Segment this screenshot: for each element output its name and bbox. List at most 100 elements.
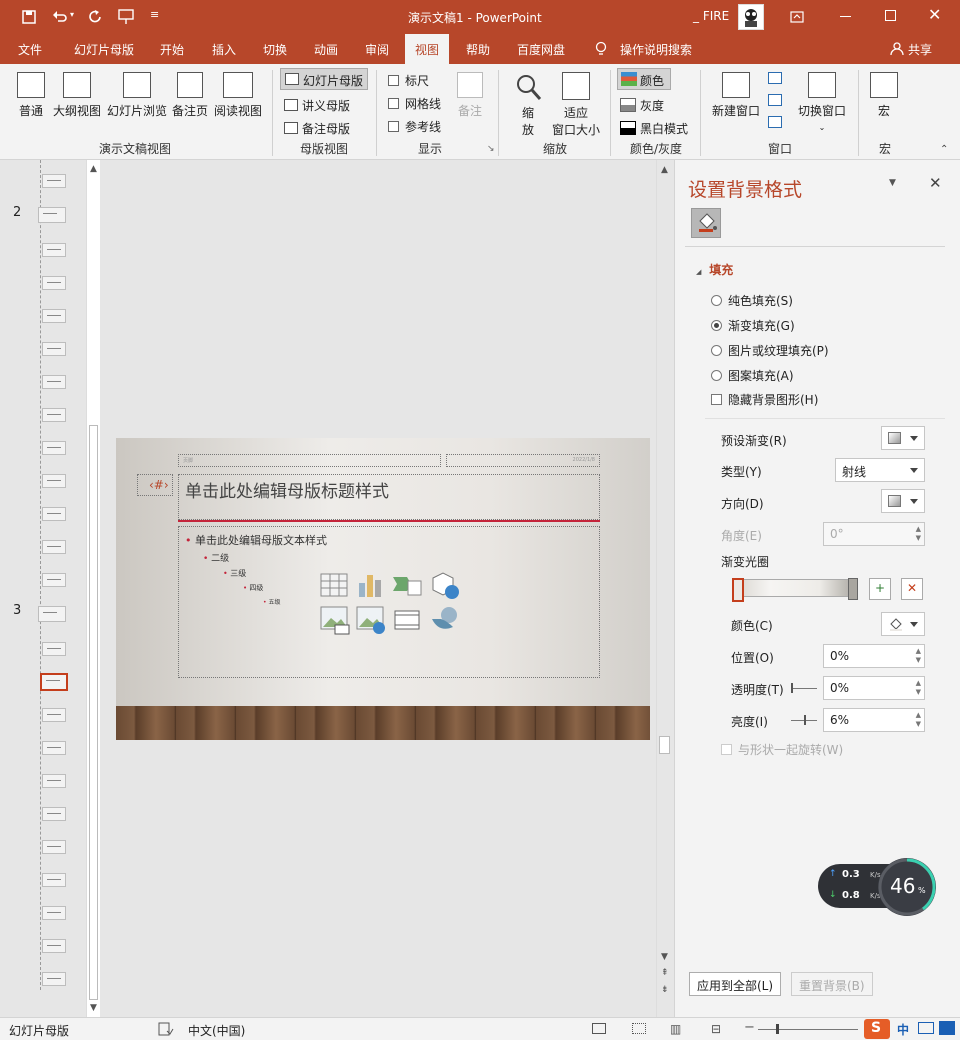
tell-me-search[interactable]: 操作说明搜索 — [620, 41, 692, 58]
scroll-down-icon[interactable]: ▼ — [90, 1003, 97, 1013]
new-window-button[interactable]: 新建窗口 — [708, 72, 764, 119]
language-status[interactable]: 中文(中国) — [188, 1022, 245, 1039]
avatar[interactable] — [738, 4, 764, 30]
move-split-icon[interactable] — [768, 116, 782, 128]
title-placeholder[interactable]: 单击此处编辑母版标题样式 — [178, 474, 600, 520]
layout-thumbnail[interactable] — [42, 873, 66, 887]
layout-thumbnail[interactable] — [42, 840, 66, 854]
maximize-icon[interactable] — [885, 10, 896, 21]
gradient-type-dropdown[interactable]: 射线 — [835, 458, 925, 482]
layout-thumbnail[interactable] — [42, 972, 66, 986]
scroll-down-icon[interactable]: ▼ — [661, 952, 668, 962]
insert-picture-icon[interactable] — [319, 605, 351, 635]
tab-help[interactable]: 帮助 — [466, 41, 490, 58]
previous-slide-icon[interactable]: ⇞ — [661, 968, 669, 978]
tab-baidu-netdisk[interactable]: 百度网盘 — [517, 41, 565, 58]
close-icon[interactable]: ✕ — [929, 174, 942, 192]
insert-video-icon[interactable] — [393, 607, 421, 633]
sogou-ime-icon[interactable]: S — [864, 1019, 890, 1039]
fit-to-window-button[interactable]: 适应 窗口大小 — [548, 72, 604, 138]
redo-icon[interactable] — [88, 9, 104, 25]
brightness-input[interactable]: 6% ▲ ▼ — [823, 708, 925, 732]
guides-checkbox[interactable]: 参考线 — [388, 118, 441, 135]
tab-view[interactable]: 视图 — [405, 34, 450, 64]
tab-slide-master[interactable]: 幻灯片母版 — [74, 41, 134, 58]
slide-number-placeholder[interactable]: ‹#› — [137, 474, 173, 496]
footer-placeholder[interactable]: 页脚 — [178, 454, 441, 467]
tab-transitions[interactable]: 切换 — [263, 41, 287, 58]
zoom-slider[interactable] — [758, 1024, 858, 1034]
save-icon[interactable] — [22, 10, 36, 24]
picture-texture-fill-radio[interactable]: 图片或纹理填充(P) — [711, 342, 829, 359]
thumbnail-scrollbar[interactable]: ▲ ▼ — [86, 160, 100, 1017]
transparency-slider[interactable] — [791, 683, 817, 693]
macros-button[interactable]: 宏 — [866, 72, 902, 119]
customize-qat-icon[interactable]: ≡ — [150, 8, 159, 21]
layout-thumbnail[interactable] — [42, 309, 66, 323]
tab-review[interactable]: 审阅 — [365, 41, 389, 58]
insert-chart-icon[interactable] — [355, 571, 385, 599]
keyboard-icon[interactable] — [918, 1022, 934, 1034]
undo-icon[interactable] — [52, 10, 68, 24]
accessibility-check-icon[interactable] — [158, 1022, 174, 1036]
gradient-stop-handle-selected[interactable] — [732, 578, 744, 602]
layout-thumbnail[interactable] — [42, 741, 66, 755]
zoom-out-icon[interactable]: − — [744, 1020, 755, 1035]
ruler-checkbox[interactable]: 标尺 — [388, 72, 429, 89]
normal-view-icon[interactable] — [592, 1023, 606, 1034]
gradient-fill-radio[interactable]: 渐变填充(G) — [711, 317, 795, 334]
stop-position-input[interactable]: 0% ▲ ▼ — [823, 644, 925, 668]
layout-thumbnail[interactable] — [42, 375, 66, 389]
spinner-icon[interactable]: ▲ ▼ — [916, 679, 921, 697]
layout-thumbnail-selected[interactable] — [40, 673, 68, 691]
minimize-icon[interactable] — [840, 16, 851, 17]
slideshow-icon[interactable]: ⊟ — [711, 1022, 721, 1036]
slide-sorter-button[interactable]: 幻灯片浏览 — [106, 72, 168, 119]
layout-thumbnail[interactable] — [42, 474, 66, 488]
layout-thumbnail[interactable] — [42, 540, 66, 554]
color-mode-button[interactable]: 颜色 — [617, 68, 671, 90]
slider-thumb[interactable] — [791, 683, 793, 693]
gradient-stop-handle[interactable] — [848, 578, 858, 600]
switch-window-button[interactable]: 切换窗口 ⌄ — [794, 72, 850, 133]
present-from-start-icon[interactable] — [118, 9, 136, 25]
tab-home[interactable]: 开始 — [160, 41, 184, 58]
layout-thumbnail[interactable] — [42, 807, 66, 821]
apply-to-all-button[interactable]: 应用到全部(L) — [689, 972, 782, 996]
layout-thumbnail[interactable] — [42, 276, 66, 290]
layout-thumbnail[interactable] — [42, 573, 66, 587]
transparency-input[interactable]: 0% ▲ ▼ — [823, 676, 925, 700]
undo-dropdown-icon[interactable]: ▾ — [70, 10, 74, 19]
layout-thumbnail[interactable] — [42, 642, 66, 656]
gradient-stops-slider[interactable] — [732, 578, 858, 602]
network-speed-widget[interactable]: ↑ 0.3 K/s ↓ 0.8 K/s 46 % — [818, 856, 938, 916]
pattern-fill-radio[interactable]: 图案填充(A) — [711, 367, 794, 384]
master-thumbnail[interactable] — [38, 606, 66, 622]
direction-dropdown[interactable] — [881, 489, 925, 513]
reading-view-icon[interactable]: ▥ — [670, 1022, 681, 1036]
tab-animations[interactable]: 动画 — [314, 41, 338, 58]
master-slide[interactable]: 页脚 2022/1/8 ‹#› 单击此处编辑母版标题样式 • 单击此处编辑母版文… — [116, 438, 650, 740]
brightness-slider[interactable] — [791, 715, 817, 725]
share-button[interactable]: 共享 — [908, 41, 932, 58]
layout-thumbnail[interactable] — [42, 408, 66, 422]
preset-gradient-dropdown[interactable] — [881, 426, 925, 450]
ribbon-display-options-icon[interactable] — [790, 10, 804, 24]
insert-table-icon[interactable] — [319, 571, 349, 599]
arrange-all-icon[interactable] — [768, 72, 782, 84]
fill-section-header[interactable]: ◢ 填充 — [696, 261, 733, 278]
hide-background-graphics-checkbox[interactable]: 隐藏背景图形(H) — [711, 391, 818, 408]
tab-file[interactable]: 文件 — [18, 41, 42, 58]
insert-3d-model-icon[interactable] — [429, 569, 461, 601]
layout-thumbnail[interactable] — [42, 174, 66, 188]
scroll-up-icon[interactable]: ▲ — [661, 165, 668, 175]
insert-icons-icon[interactable] — [429, 603, 461, 635]
layout-thumbnail[interactable] — [42, 906, 66, 920]
layout-thumbnail[interactable] — [42, 708, 66, 722]
notes-master-button[interactable]: 备注母版 — [284, 118, 368, 138]
angle-input[interactable]: 0° ▲ ▼ — [823, 522, 925, 546]
toolbox-icon[interactable] — [939, 1021, 955, 1035]
scroll-thumb[interactable] — [89, 425, 98, 1000]
slide-sorter-icon[interactable] — [632, 1023, 646, 1034]
slide-master-button[interactable]: 幻灯片母版 — [280, 68, 368, 90]
